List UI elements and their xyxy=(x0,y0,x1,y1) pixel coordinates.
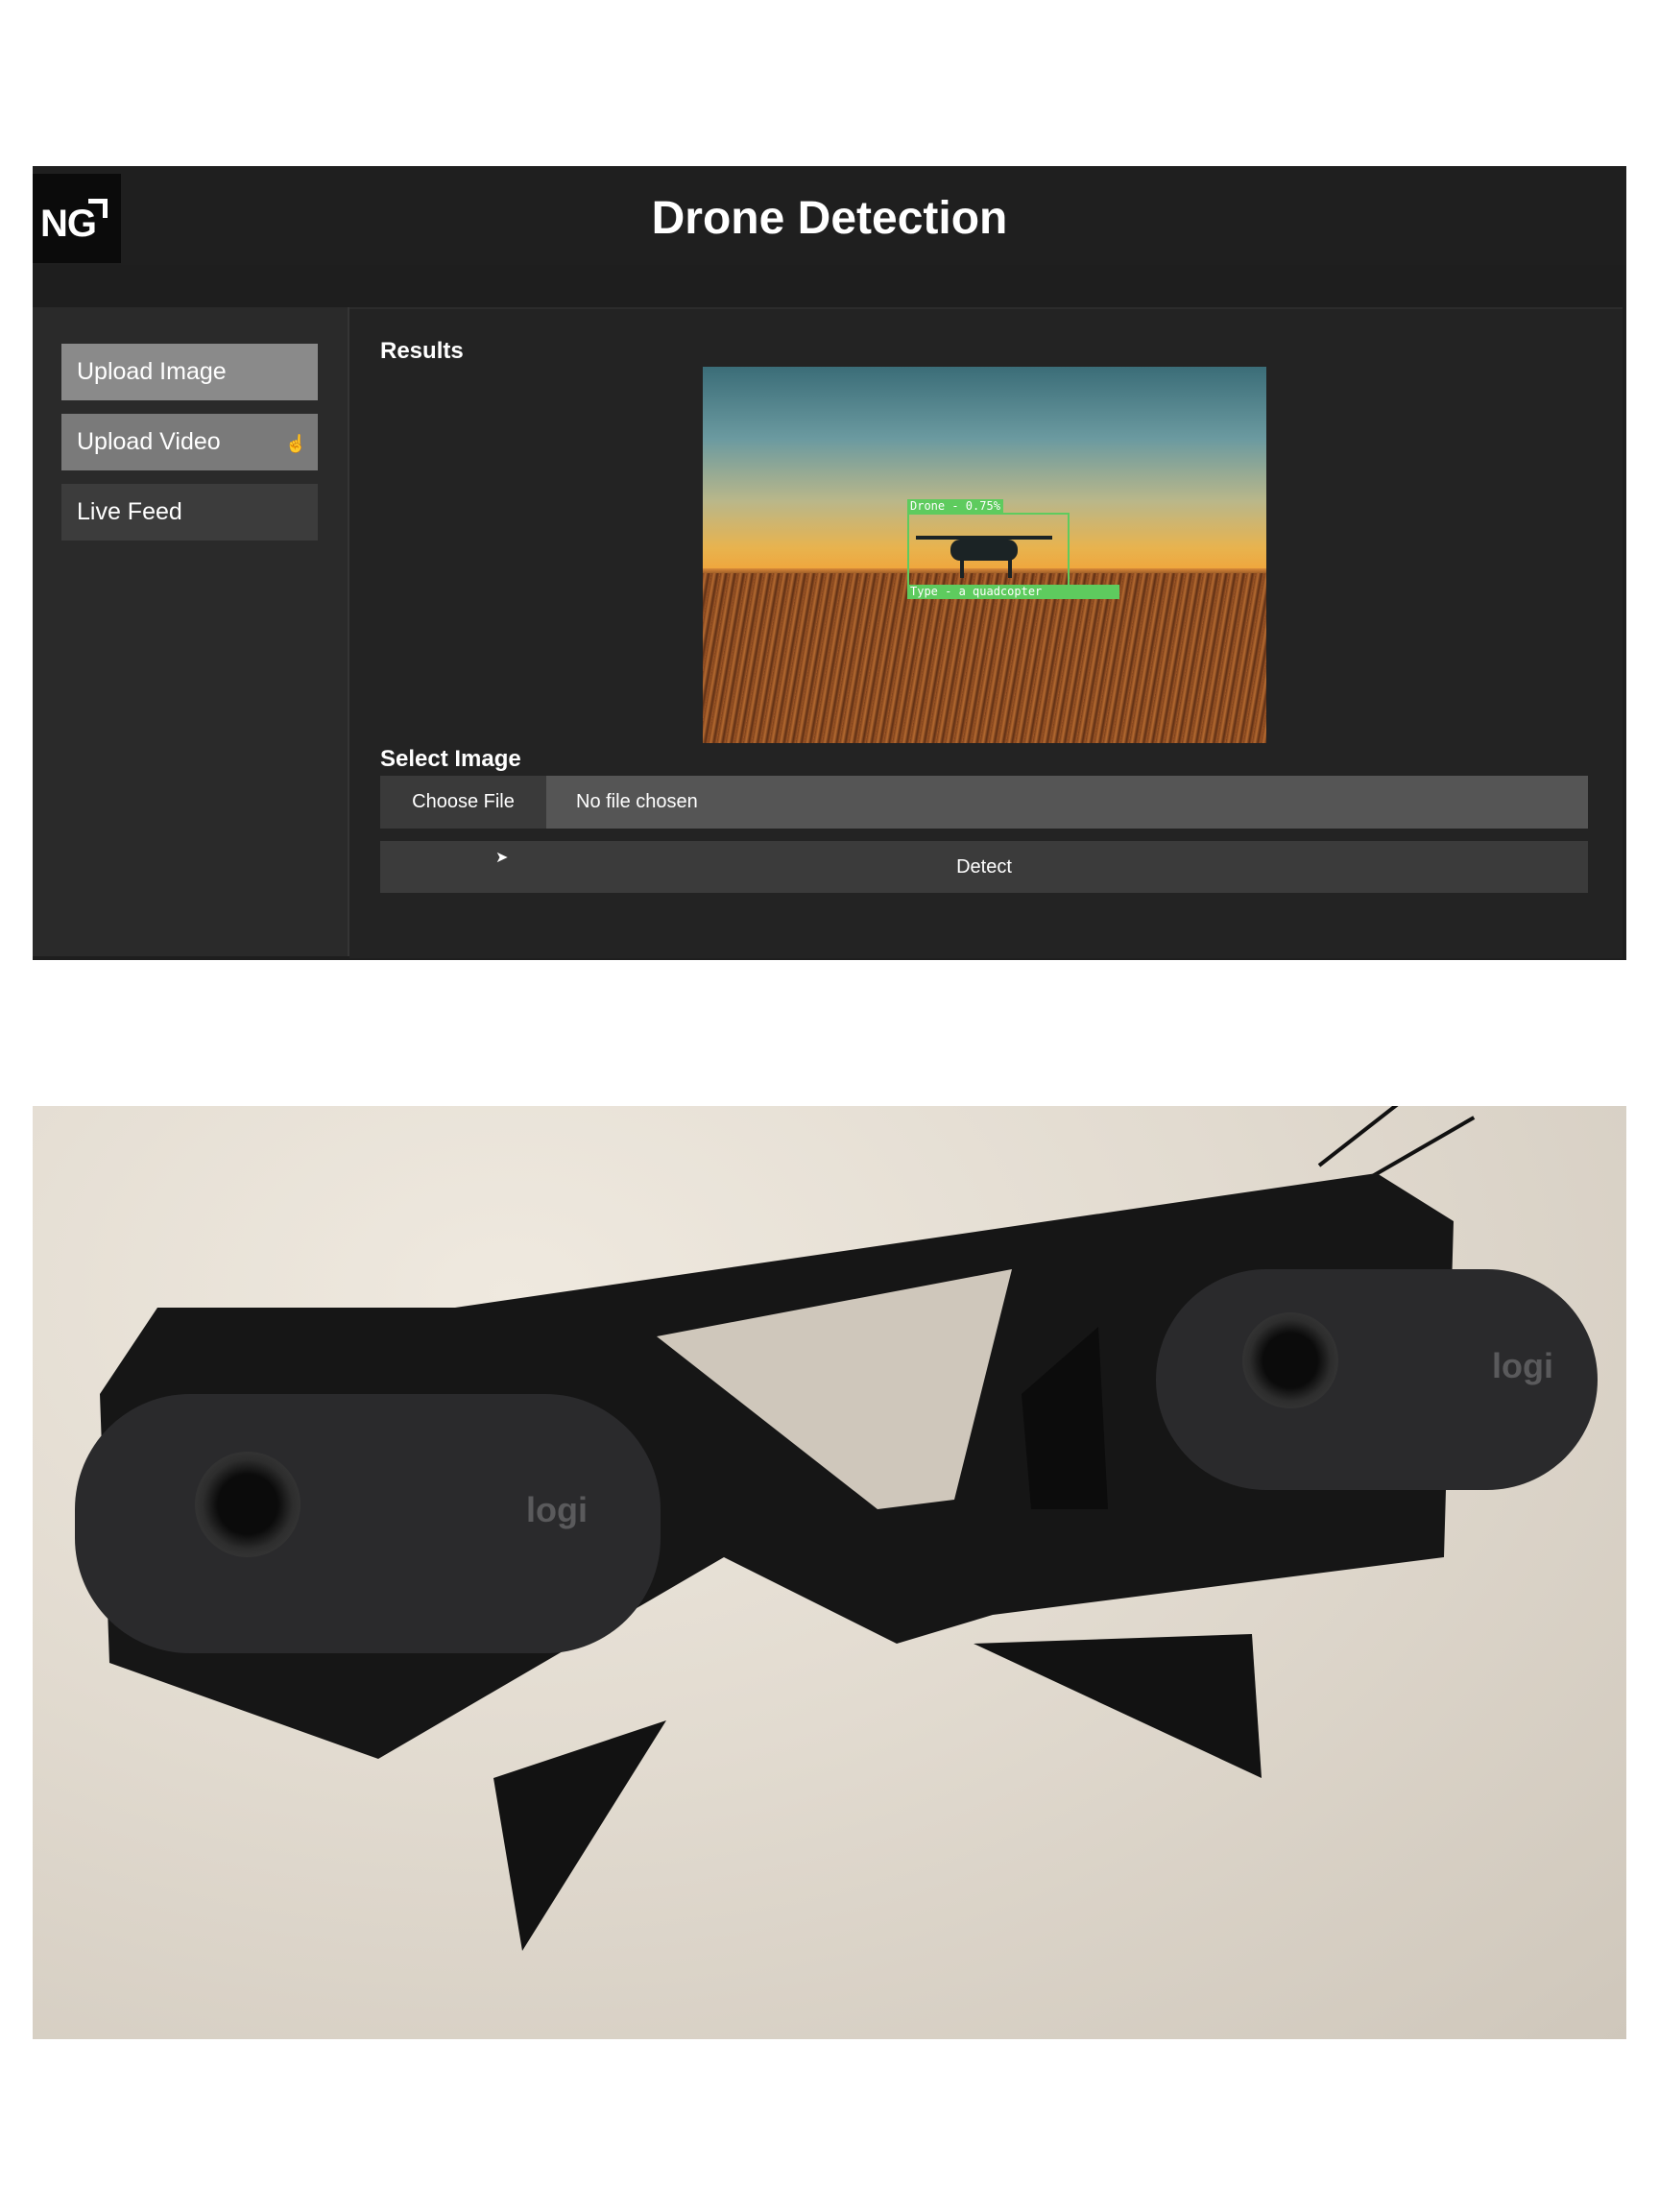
lens-icon xyxy=(195,1452,301,1557)
page-title: Drone Detection xyxy=(651,193,1008,244)
detection-label: Drone - 0.75% xyxy=(907,499,1003,514)
file-status-text: No file chosen xyxy=(576,791,698,812)
detection-result-image: Drone - 0.75% Type - a quadcopter xyxy=(703,367,1266,743)
hand-cursor-icon: ☝ xyxy=(285,434,307,453)
upload-image-button[interactable]: Upload Image xyxy=(61,344,318,400)
detect-button[interactable]: ➤ Detect xyxy=(380,841,1588,893)
left-webcam: logi xyxy=(75,1394,661,1653)
right-webcam: logi xyxy=(1156,1269,1598,1490)
choose-file-button[interactable]: Choose File xyxy=(380,776,546,829)
live-feed-button[interactable]: Live Feed xyxy=(61,484,318,541)
file-input[interactable]: Choose File No file chosen xyxy=(380,776,1588,829)
upload-video-button[interactable]: Upload Video ☝ xyxy=(61,414,318,470)
arrow-cursor-icon: ➤ xyxy=(495,850,509,866)
main-panel: Results Drone - 0.75% Type - a quadcopte… xyxy=(349,307,1623,958)
lens-icon xyxy=(1242,1312,1338,1408)
sidebar: Upload Image Upload Video ☝ Live Feed xyxy=(33,307,349,956)
app-header: NG Drone Detection xyxy=(33,166,1626,265)
upload-video-label: Upload Video xyxy=(77,428,221,455)
drone-detection-app: NG Drone Detection Upload Image Upload V… xyxy=(33,166,1626,960)
camera-mount-photo: logi logi xyxy=(33,1106,1626,2039)
select-image-heading: Select Image xyxy=(380,746,521,772)
logi-brand-mark: logi xyxy=(1492,1346,1553,1385)
detect-label: Detect xyxy=(956,856,1012,878)
results-heading: Results xyxy=(380,338,464,364)
logi-brand-mark: logi xyxy=(526,1490,588,1529)
detection-bounding-box xyxy=(907,513,1070,589)
type-label: Type - a quadcopter xyxy=(907,585,1119,599)
